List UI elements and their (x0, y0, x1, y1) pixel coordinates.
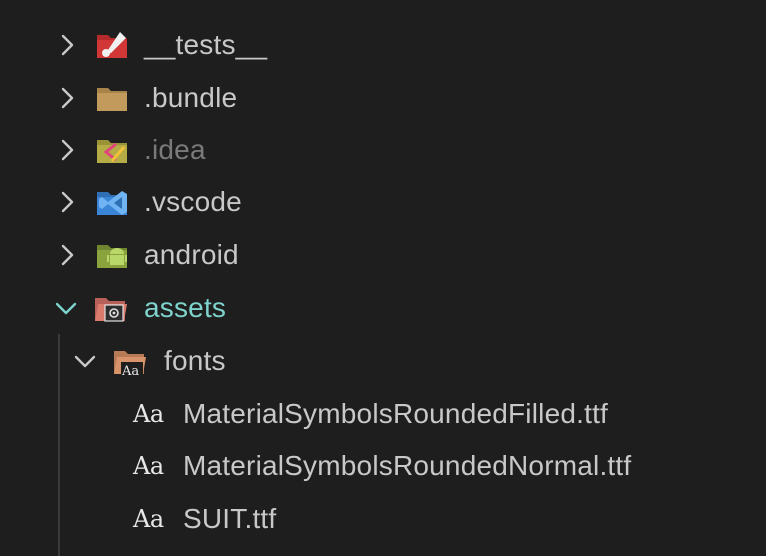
chevron-right-icon[interactable] (54, 242, 80, 268)
chevron-down-icon[interactable] (53, 295, 79, 321)
tree-item-label: android (144, 239, 239, 270)
chevron-right-icon[interactable] (54, 32, 80, 58)
svg-text:Aa: Aa (121, 364, 139, 376)
tree-item-file[interactable]: Aa MaterialSymbolsRoundedNormal.ttf (0, 440, 766, 492)
tree-item-label: fonts (164, 345, 226, 376)
tree-item-fonts[interactable]: Aa fonts (0, 335, 766, 387)
tree-item-label: MaterialSymbolsRoundedNormal.ttf (183, 450, 632, 481)
fonts-folder-icon: Aa (113, 346, 147, 376)
font-file-icon: Aa (133, 505, 164, 533)
idea-folder-icon (96, 135, 130, 165)
tree-item-label: .bundle (144, 82, 238, 113)
font-file-icon: Aa (133, 400, 164, 428)
tree-item-vscode[interactable]: .vscode (0, 176, 766, 228)
tree-item-label: .idea (144, 134, 206, 165)
tree-item-bundle[interactable]: .bundle (0, 72, 766, 124)
tree-item-label: __tests__ (144, 29, 268, 60)
tree-item-file[interactable]: Aa MaterialSymbolsRoundedFilled.ttf (0, 388, 766, 440)
font-file-icon: Aa (133, 452, 164, 480)
chevron-down-icon[interactable] (72, 348, 98, 374)
android-folder-icon (96, 240, 130, 270)
tree-item-android[interactable]: android (0, 229, 766, 281)
chevron-right-icon[interactable] (54, 85, 80, 111)
tree-item-tests[interactable]: __tests__ (0, 19, 766, 71)
tree-item-label: SUIT.ttf (183, 503, 277, 534)
tree-item-label: MaterialSymbolsRoundedFilled.ttf (183, 398, 609, 429)
assets-folder-icon (94, 293, 128, 323)
tests-folder-icon (96, 30, 130, 60)
chevron-right-icon[interactable] (54, 189, 80, 215)
vscode-folder-icon (96, 187, 130, 217)
chevron-right-icon[interactable] (54, 137, 80, 163)
tree-item-label: .vscode (144, 186, 242, 217)
tree-item-label: assets (144, 292, 227, 323)
folder-icon (96, 83, 130, 113)
file-explorer-tree: __tests__ .bundle .idea .vscode android … (0, 0, 766, 556)
tree-item-assets[interactable]: assets (0, 282, 766, 334)
tree-item-idea[interactable]: .idea (0, 124, 766, 176)
tree-item-file[interactable]: Aa SUIT.ttf (0, 493, 766, 545)
